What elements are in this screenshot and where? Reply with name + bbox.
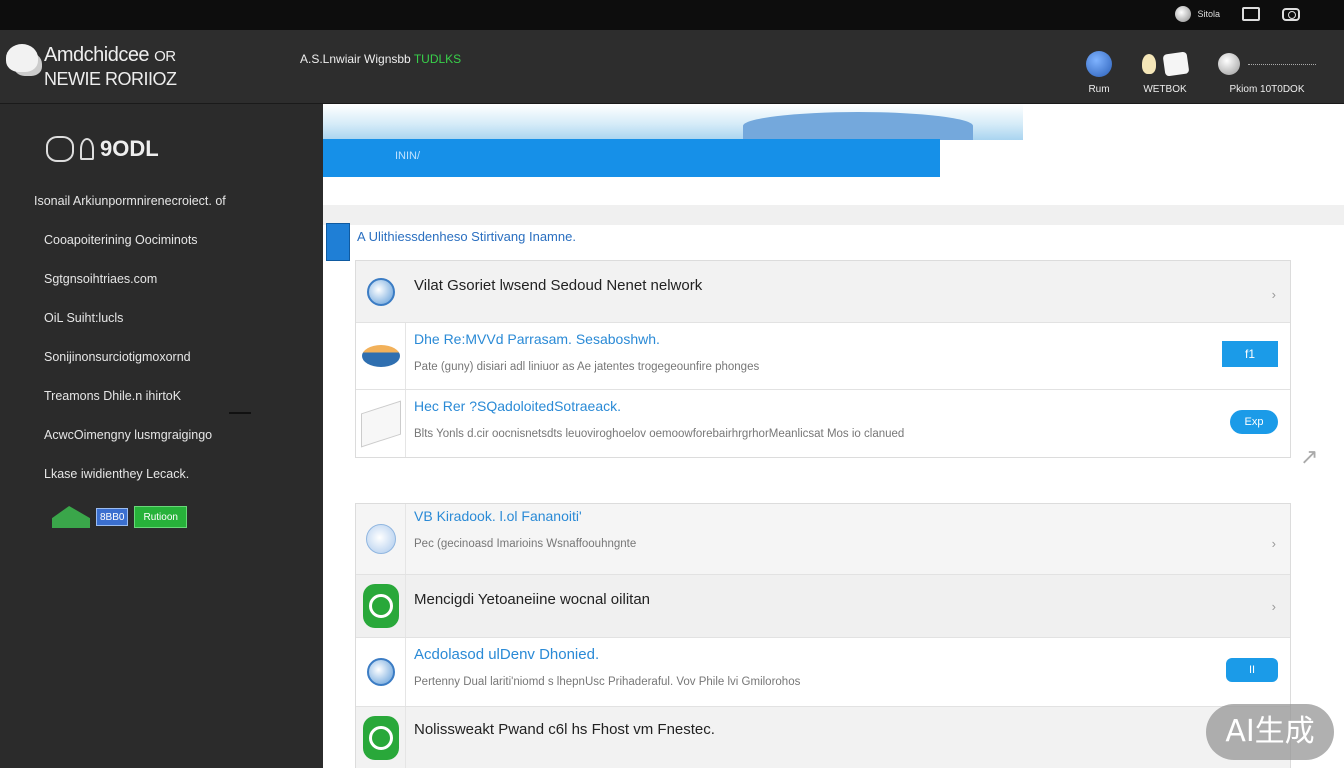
sidebar-item[interactable]: OiL Suiht:lucls [44, 309, 226, 348]
item-description: Pec (gecinoasd Imarioins Wsnaffoouhngnte [414, 538, 637, 550]
header-action-label: WETBOK [1143, 84, 1187, 95]
badge-green-button[interactable]: Rutioon [134, 506, 187, 528]
sidebar-item[interactable]: Sgtgnsoihtriaes.com [44, 270, 226, 309]
list-item[interactable]: Dhe Re:MVVd Parrasam. Sesaboshwh. Pate (… [356, 323, 1290, 390]
brand-title[interactable]: Amdchidcee OR NEWIE RORIIOZ [44, 44, 177, 90]
globe-icon [1175, 6, 1192, 22]
header-action-webtok[interactable]: WETBOK [1142, 50, 1190, 95]
sidebar-item[interactable]: Treamons Dhile.n ihirtoK [44, 387, 226, 426]
cloud-logo-icon[interactable] [6, 44, 38, 72]
brand-line2: NEWIE RORIIOZ [44, 69, 177, 89]
compass-icon [367, 277, 395, 306]
globe-icon [366, 658, 395, 686]
leaf-icon [80, 138, 94, 160]
activity-card: VB Kiradook. l.ol Fananoiti' Pec (gecino… [355, 503, 1291, 768]
sidebar-logo-text: 9ODL [100, 136, 159, 161]
tray-status[interactable]: Sitola [1175, 6, 1220, 22]
camera-icon[interactable] [1282, 7, 1300, 21]
sidebar-item[interactable]: Cooapoiterining Oociminots [44, 231, 226, 270]
item-link[interactable]: Hec Rer ?SQadoloitedSotraeack. [414, 398, 621, 414]
tagline-text: A.S.Lnwiair Wignsbb [300, 52, 411, 66]
hero-image [323, 104, 1023, 140]
list-item[interactable]: Mencigdi Yetoaneiine wocnal oilitan › [356, 575, 1290, 638]
chevron-right-icon[interactable]: › [1272, 599, 1276, 614]
divider [229, 412, 251, 414]
icon-cell [356, 261, 406, 322]
action-button[interactable]: f1 [1222, 341, 1278, 367]
header-action-label: Pkiom 10T0DOK [1229, 84, 1305, 95]
header-action-run[interactable]: Rum [1086, 50, 1112, 95]
list-item[interactable]: VB Kiradook. l.ol Fananoiti' Pec (gecino… [356, 504, 1290, 575]
item-title: Nolissweakt Pwand c6l hs Fhost vm Fneste… [414, 721, 715, 738]
globe-icon [1086, 51, 1112, 77]
item-link[interactable]: Acdolasod ulDenv Dhonied. [414, 646, 599, 663]
lightbulb-icon [1142, 54, 1156, 74]
icon-cell [356, 638, 406, 706]
item-link[interactable]: VB Kiradook. l.ol Fananoiti' [414, 508, 582, 524]
section-strip [323, 205, 1344, 225]
badge-blue[interactable]: 8BB0 [96, 508, 129, 526]
sidebar-item[interactable]: Lkase iwidienthey Lecack. [44, 465, 226, 504]
cursor-icon: ↗ [1300, 444, 1319, 469]
gem-icon[interactable] [52, 506, 90, 528]
sidebar-logo[interactable]: 9ODL [46, 136, 159, 162]
watermark: AI生成 [1206, 704, 1334, 760]
header-actions: Rum WETBOK Pkiom 10T0DOK [1086, 50, 1316, 95]
item-description: Pate (guny) disiari adl liniuor as Ae ja… [414, 361, 760, 373]
window-icon[interactable] [1242, 7, 1260, 21]
sidebar: 9ODL Isonail Arkiunpormnirenecroiect. of… [0, 104, 323, 768]
hero-banner: ININ/ [323, 139, 940, 177]
item-title: Mencigdi Yetoaneiine wocnal oilitan [414, 591, 651, 608]
action-button[interactable]: II [1226, 658, 1278, 682]
system-bar: Sitola [0, 0, 1344, 30]
tray-label: Sitola [1197, 9, 1220, 19]
icon-cell [356, 323, 406, 389]
sidebar-item[interactable]: Sonijinonsurciotigmoxornd [44, 348, 226, 387]
icon-cell [356, 390, 406, 457]
list-item[interactable]: Nolissweakt Pwand c6l hs Fhost vm Fneste… [356, 707, 1290, 768]
divider [1248, 63, 1316, 65]
network-card: Vilat Gsoriet lwsend Sedoud Nenet nelwor… [355, 260, 1291, 458]
sidebar-nav: Isonail Arkiunpormnirenecroiect. of Cooa… [34, 192, 226, 504]
chevron-right-icon[interactable]: › [1272, 536, 1276, 551]
header-action-label: Rum [1088, 84, 1110, 95]
app-header: Amdchidcee OR NEWIE RORIIOZ A.S.Lnwiair … [0, 30, 1344, 104]
cube-icon [1162, 51, 1190, 77]
icon-cell [356, 707, 406, 768]
item-description: Pertenny Dual lariti'niomd s lhepnUsc Pr… [414, 676, 801, 688]
list-item[interactable]: Vilat Gsoriet lwsend Sedoud Nenet nelwor… [356, 261, 1290, 323]
item-description: Blts Yonls d.cir oocnisnetsdts leuovirog… [414, 428, 905, 440]
section-title: A Ulithiessdenheso Stirtivang Inamne. [357, 229, 576, 244]
avatar-icon [1218, 53, 1240, 75]
brand-line1b: OR [154, 48, 176, 65]
paper-icon [360, 400, 401, 447]
header-action-profile[interactable]: Pkiom 10T0DOK [1218, 50, 1316, 95]
section-marker [326, 223, 350, 261]
header-tagline: A.S.Lnwiair Wignsbb TUDLKS [300, 52, 461, 66]
icon-cell [356, 575, 406, 637]
refresh-icon [362, 716, 399, 760]
sidebar-item[interactable]: Isonail Arkiunpormnirenecroiect. of [34, 192, 226, 231]
banner-text: ININ/ [395, 150, 421, 162]
tagline-accent: TUDLKS [413, 52, 462, 66]
list-item[interactable]: Hec Rer ?SQadoloitedSotraeack. Blts Yonl… [356, 390, 1290, 457]
item-link[interactable]: Dhe Re:MVVd Parrasam. Sesaboshwh. [414, 331, 660, 347]
sidebar-item[interactable]: AcwcOimengny lusmgraigingo [44, 426, 226, 465]
disc-icon [361, 345, 400, 367]
action-button[interactable]: Exp [1230, 410, 1278, 434]
system-tray: Sitola [1175, 6, 1300, 22]
target-icon [362, 584, 399, 628]
map-icon [46, 136, 74, 162]
icon-cell [356, 504, 406, 574]
heart-bubble-icon [365, 524, 396, 554]
card-title: Vilat Gsoriet lwsend Sedoud Nenet nelwor… [414, 277, 703, 294]
chevron-right-icon[interactable]: › [1272, 287, 1276, 302]
list-item[interactable]: Acdolasod ulDenv Dhonied. Pertenny Dual … [356, 638, 1290, 707]
brand-line1: Amdchidcee [44, 44, 150, 66]
sidebar-badges: 8BB0 Rutioon [52, 506, 187, 528]
